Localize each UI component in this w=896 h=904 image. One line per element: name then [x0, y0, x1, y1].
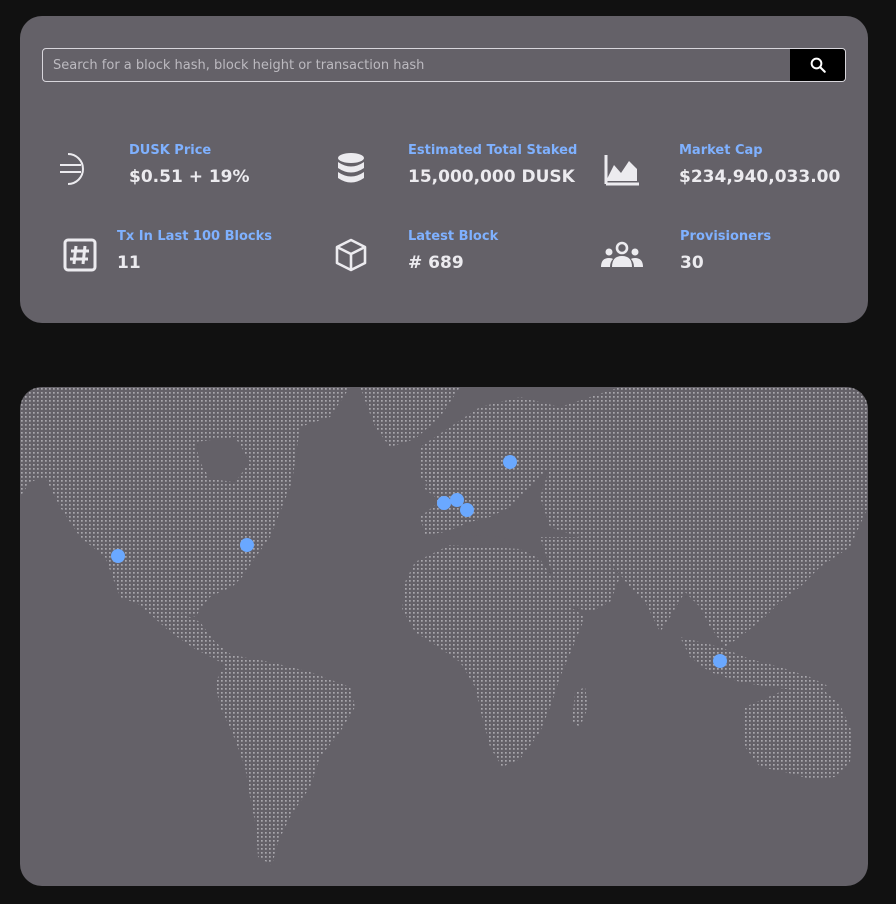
stat-label: Latest Block	[408, 229, 499, 244]
stat-value: 30	[680, 253, 704, 273]
node-marker[interactable]	[240, 538, 254, 552]
database-icon	[331, 149, 371, 189]
search-bar	[42, 48, 846, 82]
stat-value: # 689	[408, 253, 464, 273]
continent-south-america	[215, 655, 355, 865]
continent-australia	[745, 687, 852, 779]
search-button[interactable]	[790, 49, 845, 81]
dusk-logo-icon	[52, 149, 92, 189]
group-icon	[600, 235, 644, 275]
stat-value: 11	[117, 253, 141, 273]
continent-north-america	[20, 387, 350, 617]
world-map	[20, 387, 868, 865]
stat-label: Provisioners	[680, 229, 772, 244]
stat-label: Tx In Last 100 Blocks	[117, 229, 272, 244]
stat-latest-block: Latest Block # 689	[331, 229, 581, 289]
chart-icon	[602, 149, 642, 189]
search-input[interactable]	[43, 49, 790, 81]
stat-value: 15,000,000 DUSK	[408, 167, 575, 187]
cube-icon	[331, 235, 371, 275]
island-madagascar	[572, 687, 588, 727]
node-marker[interactable]	[503, 455, 517, 469]
stat-market-cap: Market Cap $234,940,033.00	[602, 143, 852, 203]
region-southeast-asia	[680, 637, 830, 692]
node-marker[interactable]	[437, 496, 451, 510]
continent-central-america	[140, 605, 232, 667]
stats-panel: DUSK Price $0.51 + 19% Estimated Total S…	[20, 16, 868, 323]
search-icon	[810, 57, 826, 73]
stat-provisioners: Provisioners 30	[600, 229, 850, 289]
region-mediterranean	[435, 535, 520, 547]
stat-label: Market Cap	[679, 143, 763, 158]
stat-label: Estimated Total Staked	[408, 143, 578, 158]
stat-dusk-price: DUSK Price $0.51 + 19%	[52, 143, 302, 203]
node-map-panel	[20, 387, 868, 886]
stat-value: $234,940,033.00	[679, 167, 841, 187]
node-marker[interactable]	[111, 549, 125, 563]
stat-value: $0.51 + 19%	[129, 167, 250, 187]
node-marker[interactable]	[450, 493, 464, 507]
stat-label: DUSK Price	[129, 143, 212, 158]
stat-total-staked: Estimated Total Staked 15,000,000 DUSK	[331, 143, 581, 203]
node-marker[interactable]	[713, 654, 727, 668]
hash-icon	[60, 235, 100, 275]
stat-tx-count: Tx In Last 100 Blocks 11	[60, 229, 310, 289]
node-marker[interactable]	[460, 503, 474, 517]
